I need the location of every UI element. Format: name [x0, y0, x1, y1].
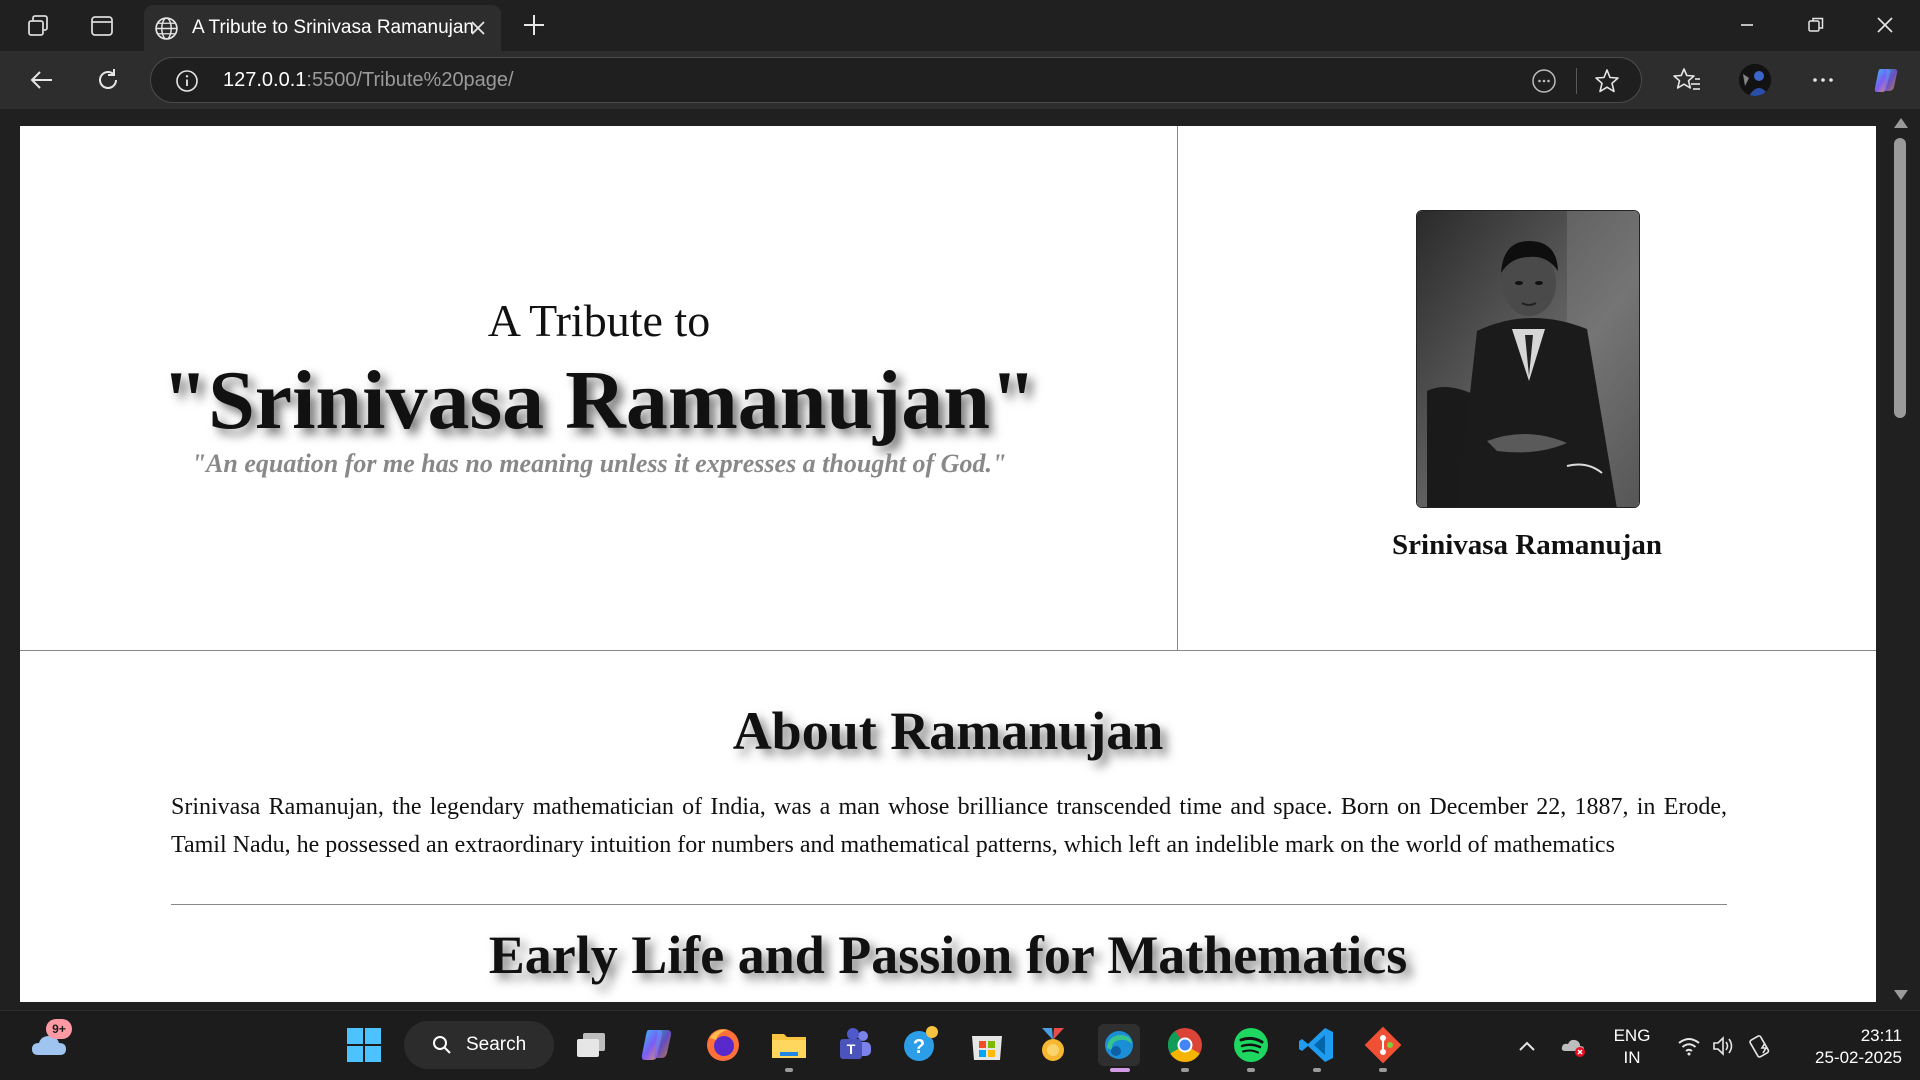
battery-charging-icon[interactable]	[1748, 1033, 1774, 1059]
site-info-icon[interactable]	[175, 69, 199, 93]
minimize-icon[interactable]	[1732, 10, 1762, 40]
running-indicator	[1247, 1068, 1255, 1072]
clock-time: 23:11	[1860, 1026, 1902, 1045]
vscode-icon[interactable]	[1296, 1024, 1338, 1066]
windows-taskbar: 9+ Search T ? ENG IN 23:11 25-02-2025	[0, 1010, 1920, 1080]
search-icon	[433, 1036, 451, 1054]
language-region: IN	[1623, 1048, 1641, 1067]
chrome-icon[interactable]	[1164, 1024, 1206, 1066]
copilot-taskbar-icon[interactable]	[636, 1024, 678, 1066]
rewards-medal-icon[interactable]	[1032, 1024, 1074, 1066]
copilot-icon[interactable]	[1871, 65, 1901, 95]
wifi-icon[interactable]	[1676, 1033, 1702, 1059]
spotify-icon[interactable]	[1230, 1024, 1272, 1066]
search-label: Search	[466, 1034, 527, 1055]
workspaces-icon[interactable]	[24, 12, 52, 40]
browser-toolbar: 127.0.0.1:5500/Tribute%20page/	[0, 51, 1920, 109]
url-host: 127.0.0.1	[223, 69, 307, 91]
git-tool-icon[interactable]	[1362, 1024, 1404, 1066]
tab-actions-icon[interactable]	[88, 12, 116, 40]
section-divider	[171, 904, 1727, 905]
url-path: :5500/Tribute%20page/	[306, 69, 514, 91]
active-app-indicator	[1110, 1068, 1130, 1072]
microsoft-store-icon[interactable]	[966, 1024, 1008, 1066]
refresh-icon[interactable]	[93, 65, 123, 95]
task-view-icon[interactable]	[570, 1024, 612, 1066]
address-bar[interactable]: 127.0.0.1:5500/Tribute%20page/	[150, 57, 1642, 103]
browser-titlebar: A Tribute to Srinivasa Ramanujan	[0, 0, 1920, 51]
weather-badge: 9+	[46, 1019, 72, 1039]
more-in-page-icon[interactable]	[1531, 68, 1557, 94]
hero-quote: "An equation for me has no meaning unles…	[191, 449, 1007, 478]
about-heading: About Ramanujan	[732, 701, 1164, 761]
globe-icon	[155, 17, 178, 40]
back-arrow-icon[interactable]	[27, 65, 57, 95]
scroll-up-icon[interactable]	[1893, 116, 1909, 130]
early-life-heading: Early Life and Passion for Mathematics	[488, 925, 1408, 985]
hero-kicker: A Tribute to	[487, 295, 711, 346]
url-text[interactable]: 127.0.0.1:5500/Tribute%20page/	[223, 69, 514, 92]
portrait-image	[1416, 210, 1640, 508]
language-indicator[interactable]: ENG IN	[1610, 1025, 1654, 1069]
hero-name: "Srinivasa Ramanujan"	[161, 354, 1037, 447]
profile-picture-icon	[1739, 64, 1771, 96]
tab-active[interactable]: A Tribute to Srinivasa Ramanujan	[144, 5, 501, 51]
running-indicator	[1379, 1068, 1387, 1072]
file-explorer-icon[interactable]	[768, 1024, 810, 1066]
settings-more-icon[interactable]	[1808, 65, 1838, 95]
system-clock[interactable]: 23:11 25-02-2025	[1782, 1025, 1902, 1069]
teams-icon[interactable]: T	[834, 1024, 876, 1066]
svg-text:T: T	[847, 1041, 856, 1057]
language-code: ENG	[1613, 1026, 1651, 1045]
volume-icon[interactable]	[1710, 1033, 1736, 1059]
running-indicator	[785, 1068, 793, 1072]
chevron-up-icon[interactable]	[1514, 1033, 1540, 1059]
page-scrollbar[interactable]	[1888, 112, 1914, 1007]
hero-title-panel: A Tribute to "Srinivasa Ramanujan" "An e…	[20, 126, 1178, 650]
ramanujan-photo-icon	[1417, 211, 1639, 507]
taskbar-search[interactable]: Search	[404, 1021, 554, 1069]
portrait-caption: Srinivasa Ramanujan	[1392, 529, 1662, 561]
profile-avatar[interactable]	[1739, 64, 1771, 96]
svg-text:?: ?	[913, 1036, 925, 1058]
close-tab-icon[interactable]	[465, 15, 491, 41]
web-page: A Tribute to "Srinivasa Ramanujan" "An e…	[20, 126, 1876, 1002]
tab-title: A Tribute to Srinivasa Ramanujan	[192, 17, 474, 38]
about-paragraph: Srinivasa Ramanujan, the legendary mathe…	[171, 794, 1727, 858]
clock-date: 25-02-2025	[1815, 1048, 1902, 1067]
running-indicator	[1181, 1068, 1189, 1072]
running-indicator	[1313, 1068, 1321, 1072]
address-bar-separator	[1576, 68, 1577, 94]
scrollbar-thumb[interactable]	[1894, 138, 1906, 418]
onedrive-error-icon[interactable]	[1560, 1033, 1586, 1059]
restore-icon[interactable]	[1801, 10, 1831, 40]
favorite-star-icon[interactable]	[1593, 67, 1621, 95]
new-tab-icon[interactable]	[518, 9, 550, 41]
firefox-icon[interactable]	[702, 1024, 744, 1066]
scroll-down-icon[interactable]	[1893, 988, 1909, 1002]
edge-browser-icon[interactable]	[1098, 1024, 1140, 1066]
start-windows-icon[interactable]	[343, 1024, 385, 1066]
favorites-icon[interactable]	[1672, 65, 1702, 95]
close-window-icon[interactable]	[1870, 10, 1900, 40]
get-help-icon[interactable]: ?	[900, 1024, 942, 1066]
hero-section: A Tribute to "Srinivasa Ramanujan" "An e…	[20, 126, 1876, 651]
